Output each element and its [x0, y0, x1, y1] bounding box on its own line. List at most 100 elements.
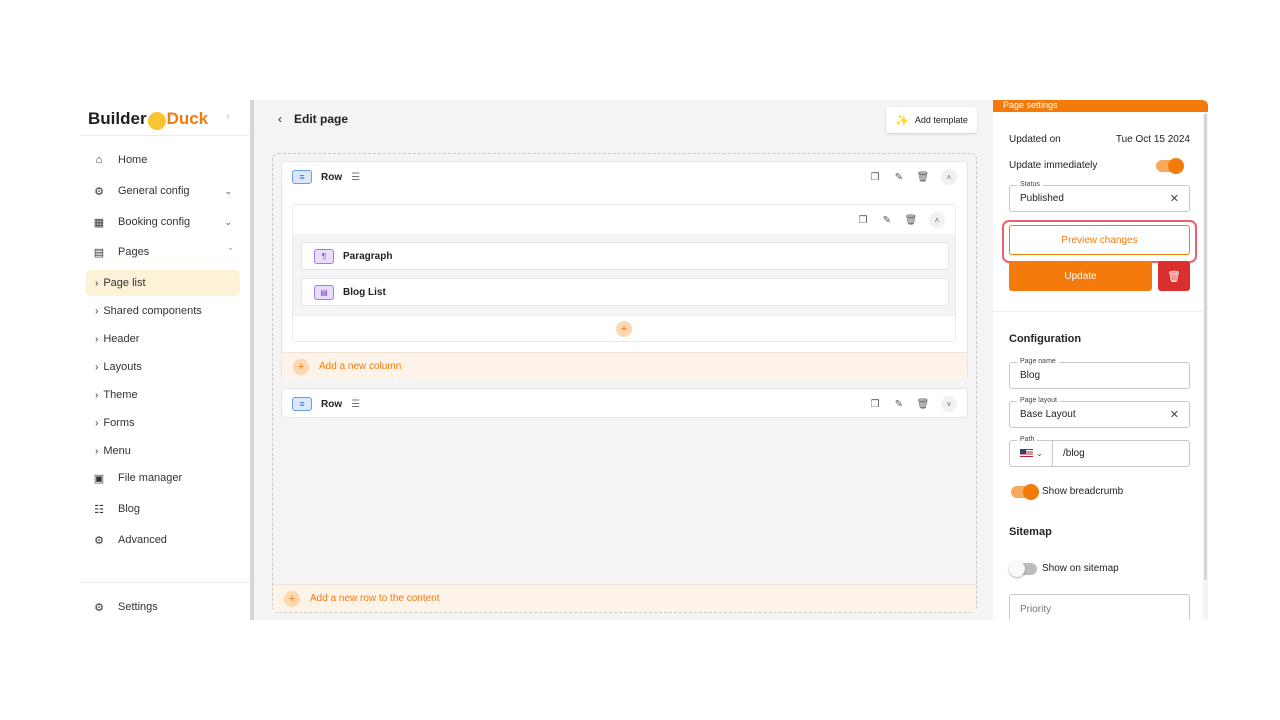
sidebar-subitem-theme[interactable]: › Theme — [86, 382, 240, 408]
sidebar-item-advanced[interactable]: ⚙ Advanced — [80, 527, 250, 553]
trash-icon[interactable]: 🗑 — [915, 399, 931, 410]
plus-icon: + — [616, 320, 632, 337]
gear-icon: ⚙ — [94, 185, 104, 198]
update-button[interactable]: Update — [1009, 261, 1152, 291]
toggle-knob — [1023, 484, 1039, 500]
drag-handle-icon[interactable]: ☰ — [351, 399, 360, 410]
page-layout-select[interactable]: Page layout Base Layout ✕ — [1009, 397, 1190, 428]
sidebar-subitem-shared-components[interactable]: › Shared components — [86, 298, 240, 324]
chevron-up-icon[interactable]: ˄ — [941, 169, 957, 185]
add-template-button[interactable]: ✨ Add template — [886, 107, 977, 133]
chevron-right-icon: › — [95, 333, 99, 345]
sidebar-subitem-label: Forms — [103, 417, 135, 429]
configuration-title: Configuration — [1009, 333, 1082, 345]
sidebar-divider — [80, 582, 250, 583]
chevron-down-icon: ⌄ — [224, 185, 232, 196]
sidebar-item-blog[interactable]: ☷ Blog — [80, 496, 250, 522]
column-tools: ❐ ✎ 🗑 ˄ — [847, 212, 945, 228]
sidebar-subitem-menu[interactable]: › Menu — [86, 438, 240, 464]
plus-icon: + — [293, 358, 309, 375]
row-icon: ≡ — [292, 397, 312, 411]
copy-icon[interactable]: ❐ — [867, 172, 883, 183]
priority-input[interactable]: Priority — [1009, 594, 1190, 620]
calendar-icon: ▦ — [93, 216, 105, 229]
delete-button[interactable]: 🗑 — [1158, 261, 1190, 291]
back-icon[interactable]: ‹ — [278, 112, 282, 126]
drag-handle-icon[interactable]: ☰ — [351, 172, 360, 183]
column-block[interactable]: ❐ ✎ 🗑 ˄ ¶ Paragraph ▤ Blog List + — [292, 204, 956, 342]
chevron-up-icon[interactable]: ˄ — [929, 212, 945, 228]
path-field[interactable]: Path ⌄ /blog — [1009, 436, 1190, 467]
add-column-button[interactable]: + Add a new column — [282, 352, 967, 380]
preview-changes-button[interactable]: Preview changes — [1009, 225, 1190, 255]
update-immediately-toggle[interactable] — [1156, 158, 1184, 174]
row-icon: ≡ — [292, 170, 312, 184]
show-on-sitemap-toggle[interactable] — [1009, 561, 1037, 577]
chevron-down-icon[interactable]: ˅ — [941, 396, 957, 412]
add-row-button[interactable]: + Add a new row to the content — [273, 584, 976, 612]
sidebar-subitem-layouts[interactable]: › Layouts — [86, 354, 240, 380]
sidebar-item-file-manager[interactable]: ▣ File manager — [80, 465, 250, 491]
show-breadcrumb-toggle[interactable] — [1011, 484, 1039, 500]
trash-icon[interactable]: 🗑 — [903, 215, 919, 226]
sidebar-subitem-label: Menu — [103, 445, 131, 457]
edit-icon[interactable]: ✎ — [891, 172, 907, 183]
priority-placeholder: Priority — [1020, 603, 1052, 615]
sidebar-item-label: Blog — [118, 503, 141, 515]
sidebar-item-label: Booking config — [118, 216, 191, 228]
chevron-down-icon: ⌄ — [224, 216, 232, 227]
copy-icon[interactable]: ❐ — [855, 215, 871, 226]
row-block[interactable]: ≡ Row ☰ ❐ ✎ 🗑 ˄ ❐ ✎ 🗑 ˄ ¶ Paragraph ▤ Bl… — [281, 161, 968, 380]
close-icon[interactable]: ✕ — [1170, 192, 1179, 205]
sidebar-item-general-config[interactable]: ⚙ General config ⌄ — [80, 178, 250, 204]
panel-divider — [993, 311, 1203, 312]
component-label: Blog List — [343, 286, 386, 298]
updated-on-label: Updated on — [1009, 134, 1061, 145]
sidebar-item-home[interactable]: ⌂ Home — [80, 147, 250, 173]
row-header: ≡ Row ☰ ❐ ✎ 🗑 ˄ — [282, 162, 967, 192]
us-flag-icon[interactable] — [1020, 449, 1033, 458]
status-label: Status — [1017, 181, 1043, 189]
edit-icon[interactable]: ✎ — [891, 399, 907, 410]
sidebar-item-settings[interactable]: ⚙ Settings — [80, 594, 250, 620]
copy-icon[interactable]: ❐ — [867, 399, 883, 410]
brand-logo[interactable]: Builder Duck — [88, 104, 208, 134]
row-block[interactable]: ≡ Row ☰ ❐ ✎ 🗑 ˅ — [281, 388, 968, 418]
component-paragraph[interactable]: ¶ Paragraph — [301, 242, 949, 270]
row-tools: ❐ ✎ 🗑 ˄ — [859, 169, 957, 185]
chevron-left-icon[interactable]: ‹ — [226, 109, 230, 123]
sidebar-item-label: General config — [118, 185, 190, 197]
sidebar-item-label: Advanced — [118, 534, 167, 546]
sidebar-item-booking-config[interactable]: ▦ Booking config ⌄ — [80, 209, 250, 235]
chevron-right-icon: › — [95, 417, 99, 429]
sidebar-subitem-header[interactable]: › Header — [86, 326, 240, 352]
sidebar-item-label: Pages — [118, 246, 150, 258]
page-layout-value: Base Layout — [1020, 409, 1076, 420]
row-label: Row — [321, 171, 343, 183]
show-breadcrumb-label: Show breadcrumb — [1042, 486, 1124, 497]
chevron-right-icon: › — [95, 277, 99, 289]
sidebar-item-label: File manager — [118, 472, 183, 484]
page-title: ‹ Edit page — [278, 112, 348, 126]
page-layout-label: Page layout — [1017, 397, 1060, 405]
chevron-down-icon[interactable]: ⌄ — [1036, 449, 1043, 458]
panel-scrollbar[interactable] — [1204, 114, 1207, 580]
close-icon[interactable]: ✕ — [1170, 408, 1179, 421]
status-select[interactable]: Status Published ✕ — [1009, 181, 1190, 212]
add-component-button[interactable]: + — [293, 315, 955, 341]
page-settings-tab[interactable]: Page settings — [993, 100, 1208, 112]
edit-icon[interactable]: ✎ — [879, 215, 895, 226]
magic-wand-icon: ✨ — [895, 114, 909, 127]
sidebar-subitem-page-list[interactable]: › Page list — [86, 270, 240, 296]
chevron-right-icon: › — [95, 445, 99, 457]
chevron-up-icon: ˆ — [229, 247, 232, 257]
sidebar-subitem-forms[interactable]: › Forms — [86, 410, 240, 436]
sidebar-item-pages[interactable]: ▤ Pages ˆ — [80, 239, 250, 265]
trash-icon[interactable]: 🗑 — [915, 172, 931, 183]
page-name-label: Page name — [1017, 358, 1059, 366]
pages-icon: ▤ — [93, 246, 105, 259]
row-tools: ❐ ✎ 🗑 ˅ — [859, 396, 957, 412]
component-blog-list[interactable]: ▤ Blog List — [301, 278, 949, 306]
page-name-field[interactable]: Page name Blog — [1009, 358, 1190, 389]
page-title-text: Edit page — [294, 112, 349, 126]
